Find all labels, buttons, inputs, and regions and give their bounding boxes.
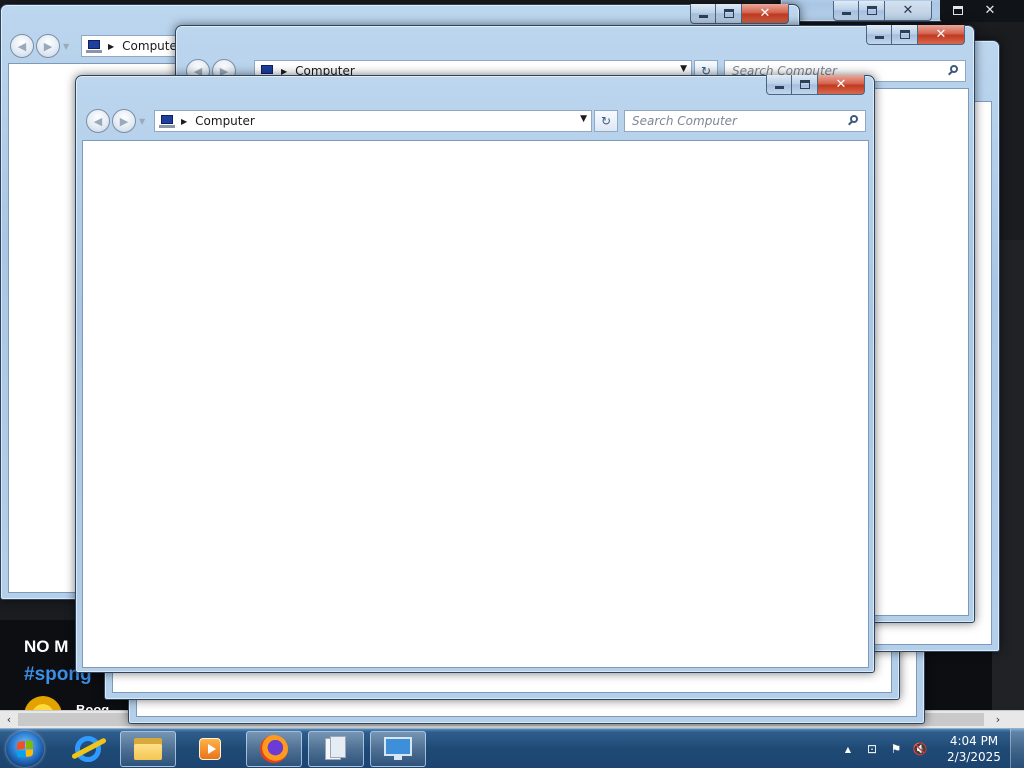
address-dropdown-icon[interactable]: ▼ (580, 114, 587, 124)
refresh-icon: ↻ (600, 114, 612, 128)
search-input[interactable]: Search Computer (624, 110, 866, 132)
clock-date: 2/3/2025 (947, 750, 1001, 764)
close-button[interactable]: ✕ (742, 4, 789, 24)
close-icon: ✕ (984, 2, 996, 18)
folder-icon (134, 738, 162, 760)
back-button[interactable]: ◀ (86, 109, 110, 133)
minimize-icon (774, 86, 784, 89)
media-player-icon (199, 738, 221, 760)
taskbar-remote-desktop[interactable] (370, 731, 426, 767)
system-clock[interactable]: 4:04 PM 2/3/2025 (944, 733, 1004, 765)
caption-buttons: ✕ (766, 75, 865, 95)
caption-buttons: ✕ (833, 1, 932, 21)
background-headline: NO M (24, 637, 69, 656)
scroll-right-arrow-icon[interactable]: › (990, 712, 1006, 728)
maximize-icon (799, 80, 810, 89)
forward-arrow-icon: ▶ (43, 39, 53, 53)
maximize-button[interactable] (716, 4, 742, 24)
back-arrow-icon: ◀ (93, 114, 103, 128)
taskbar-internet-explorer[interactable] (60, 731, 116, 767)
maximize-button[interactable] (859, 1, 885, 21)
navigation-buttons: ◀ ▶ ▼ (86, 109, 145, 133)
close-icon: ✕ (759, 6, 771, 21)
minimize-icon (841, 12, 851, 15)
minimize-icon (698, 15, 708, 18)
close-button[interactable]: ✕ (970, 0, 1010, 20)
close-icon: ✕ (935, 27, 947, 42)
breadcrumb-computer[interactable]: Computer (122, 39, 182, 53)
maximize-button[interactable] (892, 25, 918, 45)
computer-icon (159, 114, 175, 128)
breadcrumb-computer[interactable]: Computer (195, 114, 255, 128)
taskbar: ▲ ⊡ ⚑ 🔇 4:04 PM 2/3/2025 (0, 728, 1024, 768)
maximize-button[interactable] (946, 0, 970, 20)
minimize-icon (874, 36, 884, 39)
close-icon: ✕ (902, 3, 914, 18)
remote-desktop-icon (384, 737, 412, 761)
taskbar-media-player[interactable] (182, 731, 238, 767)
back-arrow-icon: ◀ (17, 39, 27, 53)
minimize-button[interactable] (833, 1, 859, 21)
forward-button[interactable]: ▶ (112, 109, 136, 133)
caption-buttons: ✕ (690, 4, 789, 24)
minimize-button[interactable] (866, 25, 892, 45)
notification-area: ▲ ⊡ ⚑ 🔇 (840, 729, 936, 768)
refresh-button[interactable]: ↻ (594, 110, 618, 132)
close-button[interactable]: ✕ (818, 75, 865, 95)
search-placeholder: Search Computer (632, 114, 737, 128)
close-button[interactable]: ✕ (885, 1, 932, 21)
internet-explorer-icon (75, 736, 101, 762)
minimize-button[interactable] (766, 75, 792, 95)
breadcrumb-separator-icon[interactable]: ▶ (181, 117, 187, 126)
close-button[interactable]: ✕ (918, 25, 965, 45)
forward-arrow-icon: ▶ (119, 114, 129, 128)
start-button[interactable] (6, 731, 44, 767)
maximize-icon (866, 6, 877, 15)
address-dropdown-icon[interactable]: ▼ (680, 64, 687, 74)
explorer-window-ghost-5[interactable]: ✕ (780, 0, 962, 22)
document-icon (325, 736, 347, 762)
maximize-icon (899, 30, 910, 39)
navigation-buttons: ◀ ▶ ▼ (10, 34, 69, 58)
explorer-window-active[interactable]: ✕ ◀ ▶ ▼ ▶ Computer ▼ ↻ Search Computer (75, 75, 875, 673)
explorer-window-ghost-6[interactable]: ✕ (940, 0, 1024, 22)
caption-buttons: ✕ (946, 0, 1010, 20)
minimize-button[interactable] (690, 4, 716, 24)
firefox-icon (260, 735, 288, 763)
network-icon[interactable]: ⊡ (864, 741, 880, 757)
window-content[interactable] (82, 140, 869, 668)
scroll-left-arrow-icon[interactable]: ‹ (1, 712, 17, 728)
caption-buttons: ✕ (866, 25, 965, 45)
search-icon[interactable] (948, 65, 959, 76)
action-center-flag-icon[interactable]: ⚑ (888, 741, 904, 757)
recent-pages-dropdown[interactable]: ▼ (139, 117, 145, 126)
breadcrumb-separator-icon[interactable]: ▶ (108, 42, 114, 51)
maximize-icon (723, 9, 734, 18)
close-icon: ✕ (835, 77, 847, 92)
recent-pages-dropdown[interactable]: ▼ (63, 42, 69, 51)
computer-icon (86, 39, 102, 53)
forward-button[interactable]: ▶ (36, 34, 60, 58)
taskbar-firefox[interactable] (246, 731, 302, 767)
address-bar[interactable]: ▶ Computer ▼ (154, 110, 592, 132)
maximize-button[interactable] (792, 75, 818, 95)
maximize-icon (953, 5, 963, 15)
show-hidden-icons-button[interactable]: ▲ (840, 741, 856, 757)
taskbar-document-viewer[interactable] (308, 731, 364, 767)
volume-muted-icon[interactable]: 🔇 (912, 741, 928, 757)
back-button[interactable]: ◀ (10, 34, 34, 58)
search-icon[interactable] (848, 115, 859, 126)
clock-time: 4:04 PM (949, 734, 999, 748)
windows-logo-icon (17, 740, 33, 758)
taskbar-windows-explorer[interactable] (120, 731, 176, 767)
show-desktop-button[interactable] (1010, 729, 1024, 768)
